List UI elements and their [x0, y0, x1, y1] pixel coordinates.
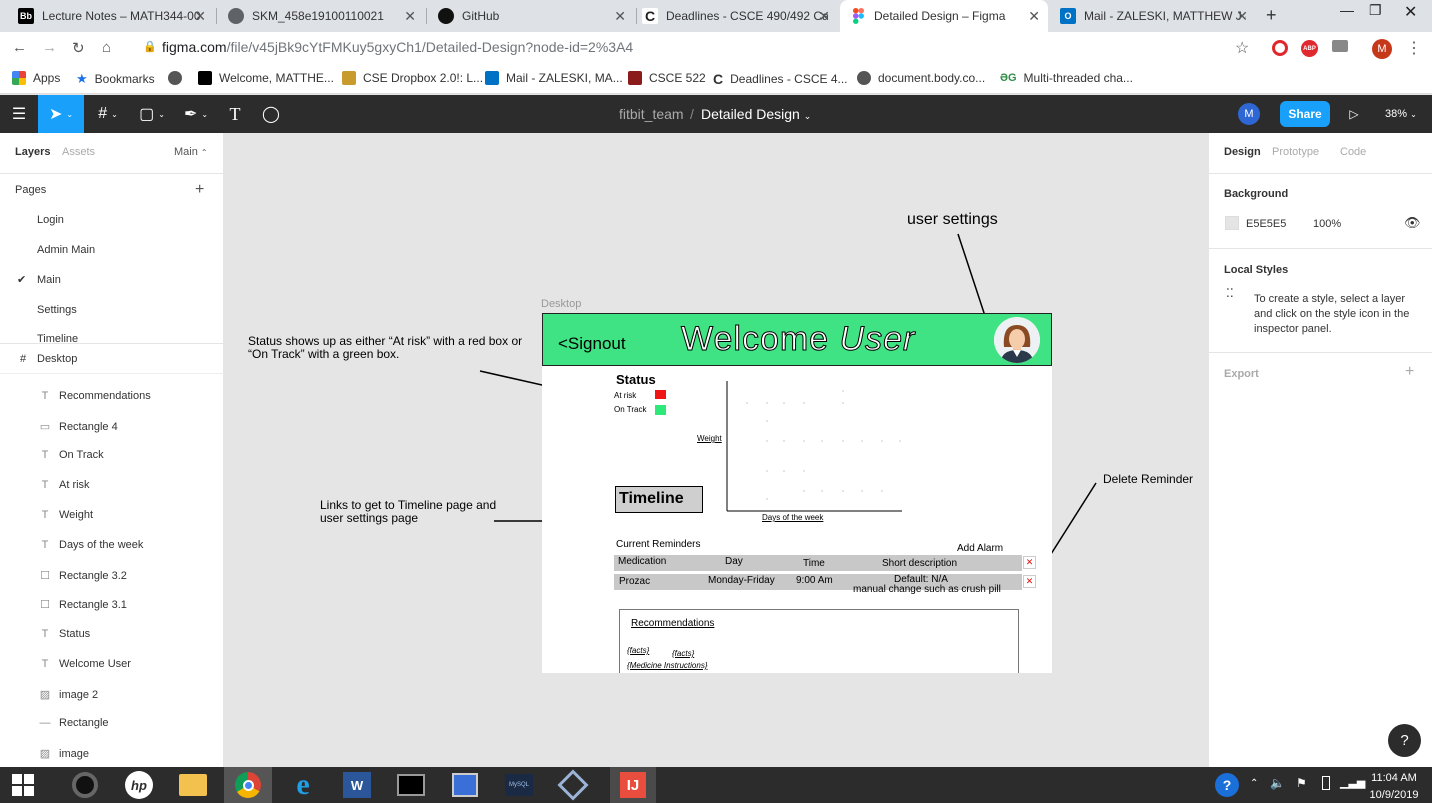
welcome-title: Welcome User — [680, 320, 916, 359]
weight-chart — [726, 381, 902, 512]
internet-explorer-icon[interactable]: e — [288, 768, 318, 801]
cell-medication: Prozac — [619, 576, 651, 587]
help-tray-icon[interactable]: ? — [1212, 771, 1242, 799]
current-reminders-title: Current Reminders — [616, 539, 701, 550]
signout-link[interactable]: <Signout — [558, 334, 626, 354]
recommendations-box: Recommendations {facts} {facts} {Medicin… — [619, 609, 1019, 673]
timeline-button[interactable]: Timeline — [615, 486, 703, 513]
add-alarm-link[interactable]: Add Alarm — [957, 543, 1003, 554]
reminders-header-row: Medication Day Time Short description — [614, 555, 1022, 571]
recommendations-title: Recommendations — [631, 618, 715, 629]
col-medication: Medication — [618, 556, 667, 567]
welcome-word: Welcome — [680, 320, 830, 359]
description-note: manual change such as crush pill — [853, 584, 1001, 595]
facts-text: {facts} — [627, 646, 650, 655]
word-icon[interactable]: W — [342, 771, 372, 799]
chart-gridpoints — [746, 390, 901, 500]
virtualbox-icon[interactable] — [557, 769, 589, 801]
delete-reminder-icon[interactable]: ✕ — [1023, 556, 1036, 569]
weight-axis-label: Weight — [697, 434, 722, 443]
desktop-frame[interactable]: <Signout Welcome User Status At risk On … — [542, 313, 1052, 673]
figma-taskbar-icon[interactable]: IJ — [610, 767, 656, 803]
terminal-icon[interactable] — [396, 771, 426, 799]
facts-text: {facts} — [672, 649, 695, 658]
flag-icon[interactable]: ⚑ — [1296, 776, 1307, 790]
delete-reminder-icon[interactable]: ✕ — [1023, 575, 1036, 588]
col-time: Time — [803, 558, 825, 569]
user-word: User — [839, 320, 916, 359]
col-day: Day — [725, 556, 743, 567]
help-icon[interactable]: ? — [1388, 724, 1421, 757]
cell-day: Monday-Friday — [708, 575, 775, 586]
at-risk-box — [655, 390, 666, 399]
mysql-icon[interactable]: MySQL — [504, 771, 534, 799]
avatar-illustration — [994, 317, 1040, 363]
arrow-to-avatar — [957, 233, 988, 325]
clock-time[interactable]: 11:04 AM — [1366, 772, 1422, 784]
col-description: Short description — [882, 558, 958, 569]
hp-icon[interactable]: hp — [124, 771, 154, 799]
windows-start-icon[interactable] — [8, 771, 38, 799]
days-axis-label: Days of the week — [762, 513, 824, 522]
volume-icon[interactable]: 🔈 — [1270, 776, 1285, 790]
wifi-icon[interactable]: ▁▃▅ — [1340, 776, 1365, 789]
header-bar: <Signout Welcome User — [542, 313, 1052, 366]
at-risk-label: At risk — [614, 391, 637, 400]
tray-chevron-icon[interactable]: ⌃ — [1250, 778, 1258, 789]
status-title: Status — [616, 372, 656, 387]
network-tool-icon[interactable] — [450, 771, 480, 799]
battery-icon[interactable] — [1322, 776, 1330, 790]
on-track-box — [655, 405, 666, 415]
user-avatar-image[interactable] — [994, 317, 1040, 363]
cell-time: 9:00 Am — [796, 575, 833, 586]
medicine-instructions: {Medicine Instructions} — [627, 661, 708, 670]
cortana-icon[interactable] — [70, 771, 100, 799]
on-track-label: On Track — [614, 405, 647, 414]
clock-date[interactable]: 10/9/2019 — [1366, 789, 1422, 801]
file-explorer-icon[interactable] — [178, 771, 208, 799]
chrome-icon[interactable] — [224, 767, 272, 803]
